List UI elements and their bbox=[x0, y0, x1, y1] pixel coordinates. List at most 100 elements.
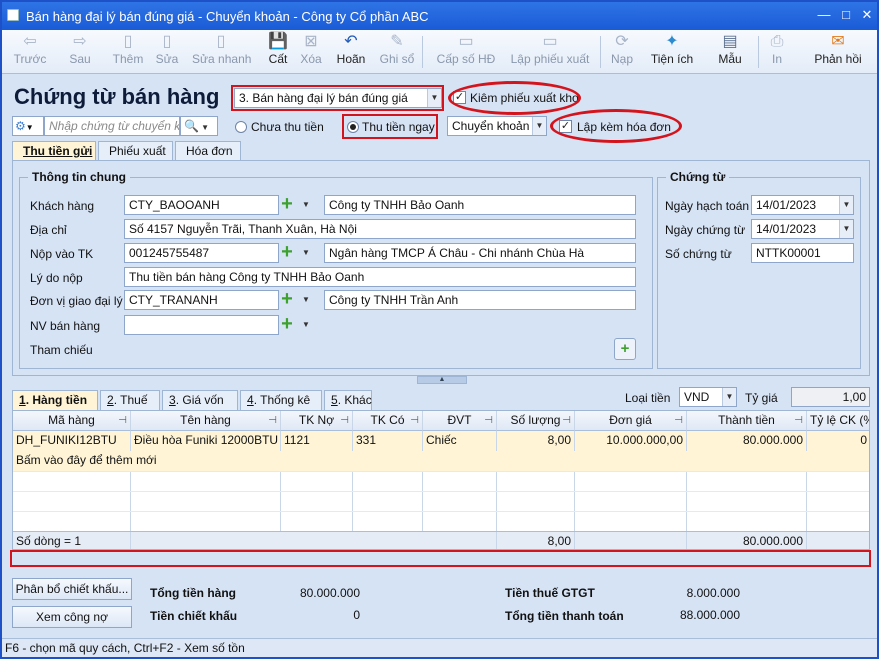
reason-input[interactable]: Thu tiền bán hàng Công ty TNHH Bảo Oanh bbox=[124, 267, 636, 287]
column-header[interactable]: Số lượng ⊣ bbox=[497, 411, 575, 431]
table-row[interactable]: DH_FUNIKI12BTU Điều hòa Funiki 12000BTU 11… bbox=[13, 431, 869, 451]
empty-cell bbox=[131, 492, 281, 512]
chevron-down-icon[interactable]: ▼ bbox=[299, 243, 313, 263]
pin-icon[interactable]: ⊣ bbox=[340, 411, 349, 430]
voucher-search-menu[interactable]: ⚙▼ bbox=[12, 116, 44, 136]
column-header[interactable]: TK Có ⊣ bbox=[353, 411, 423, 431]
toolbar-button-12[interactable]: ✦ Tiện ích bbox=[648, 32, 696, 72]
column-header[interactable]: Mã hàng ⊣ bbox=[13, 411, 131, 431]
toolbar-button-0[interactable]: ⇦ Trước bbox=[10, 32, 50, 72]
detail-tab-1[interactable]: 2. Thuế bbox=[100, 390, 160, 410]
toolbar-button-14[interactable]: ⎙ In bbox=[767, 32, 787, 72]
add-icon[interactable]: + bbox=[278, 242, 296, 262]
table-cell[interactable]: 10.000.000,00 bbox=[575, 431, 687, 451]
tab-2[interactable]: Hóa đơn bbox=[175, 141, 241, 161]
chevron-down-icon[interactable]: ▼ bbox=[722, 388, 736, 406]
column-header[interactable]: ĐVT ⊣ bbox=[423, 411, 497, 431]
add-row-hint[interactable]: Bấm vào đây để thêm mới bbox=[13, 451, 869, 471]
column-header[interactable]: Tên hàng ⊣ bbox=[131, 411, 281, 431]
title-bar: Bán hàng đại lý bán đúng giá - Chuyển kh… bbox=[2, 2, 877, 30]
column-header[interactable]: TK Nợ ⊣ bbox=[281, 411, 353, 431]
account-input[interactable]: 001245755487 bbox=[124, 243, 279, 263]
staff-input[interactable] bbox=[124, 315, 279, 335]
collapse-handle[interactable]: ▲ bbox=[417, 376, 467, 384]
pin-icon[interactable]: ⊣ bbox=[268, 411, 277, 430]
rate-input[interactable]: 1,00 bbox=[791, 387, 870, 407]
detail-tab-2[interactable]: 3. Giá vốn bbox=[162, 390, 238, 410]
toolbar-button-9[interactable]: ▭ Cấp số HĐ bbox=[434, 32, 498, 72]
table-cell[interactable]: 331 bbox=[353, 431, 423, 451]
detail-tab-0[interactable]: 1. Hàng tiền bbox=[12, 390, 98, 410]
radio-unpaid[interactable] bbox=[235, 121, 247, 133]
toolbar-button-15[interactable]: ✉ Phản hồi bbox=[812, 32, 864, 72]
column-header[interactable]: Thành tiền ⊣ bbox=[687, 411, 807, 431]
footer-cell: Số dòng = 1 bbox=[13, 532, 131, 549]
agent-code-input[interactable]: CTY_TRANANH bbox=[124, 290, 279, 310]
tab-1[interactable]: Phiếu xuất bbox=[98, 141, 173, 161]
toolbar-button-7[interactable]: ↶ Hoãn bbox=[335, 32, 367, 72]
table-cell[interactable]: Chiếc bbox=[423, 431, 497, 451]
customer-name-input[interactable]: Công ty TNHH Bảo Oanh bbox=[324, 195, 636, 215]
add-icon[interactable]: + bbox=[278, 289, 296, 309]
column-header-label: Mã hàng bbox=[48, 413, 95, 427]
toolbar-button-label: Nạp bbox=[610, 52, 633, 66]
pin-icon[interactable]: ⊣ bbox=[562, 411, 571, 430]
column-header[interactable]: Tỷ lệ CK (% bbox=[807, 411, 869, 431]
pin-icon[interactable]: ⊣ bbox=[410, 411, 419, 430]
toolbar-button-13[interactable]: ▤ Mẫu bbox=[713, 32, 747, 72]
posting-date-input[interactable]: 14/01/2023 ▼ bbox=[751, 195, 854, 215]
toolbar-button-3[interactable]: ▯ Sửa bbox=[153, 32, 181, 72]
table-cell[interactable]: 1121 bbox=[281, 431, 353, 451]
customer-code-input[interactable]: CTY_BAOOANH bbox=[124, 195, 279, 215]
chevron-down-icon[interactable]: ▼ bbox=[839, 220, 853, 238]
table-cell[interactable]: 80.000.000 bbox=[687, 431, 807, 451]
table-cell[interactable]: 0 bbox=[807, 431, 869, 451]
empty-cell bbox=[423, 512, 497, 532]
allocate-discount-button[interactable]: Phân bổ chiết khấu... bbox=[12, 578, 132, 600]
agent-name-input[interactable]: Công ty TNHH Trần Anh bbox=[324, 290, 636, 310]
toolbar-button-2[interactable]: ▯ Thêm bbox=[110, 32, 146, 72]
pin-icon[interactable]: ⊣ bbox=[794, 411, 803, 430]
add-icon[interactable]: + bbox=[278, 314, 296, 334]
detail-tab-3[interactable]: 4. Thống kê bbox=[240, 390, 322, 410]
table-cell[interactable]: Điều hòa Funiki 12000BTU bbox=[131, 431, 281, 451]
toolbar-button-5[interactable]: 💾 Cất bbox=[264, 32, 292, 72]
voucher-no-input[interactable]: NTTK00001 bbox=[751, 243, 854, 263]
toolbar-button-6[interactable]: ⊠ Xóa bbox=[298, 32, 324, 72]
pin-icon[interactable]: ⊣ bbox=[484, 411, 493, 430]
toolbar-button-8[interactable]: ✎ Ghi sổ bbox=[379, 32, 415, 72]
chevron-down-icon[interactable]: ▼ bbox=[839, 196, 853, 214]
tab-0[interactable]: Thu tiền gửi bbox=[12, 141, 96, 161]
chevron-down-icon[interactable]: ▼ bbox=[532, 117, 546, 135]
pin-icon[interactable]: ⊣ bbox=[118, 411, 127, 430]
minimize-icon[interactable]: — bbox=[816, 8, 832, 24]
payment-method-select[interactable]: Chuyển khoản ▼ bbox=[447, 116, 547, 136]
chevron-down-icon[interactable]: ▼ bbox=[299, 315, 313, 335]
toolbar-button-11[interactable]: ⟳ Nạp bbox=[608, 32, 636, 72]
empty-cell bbox=[13, 512, 131, 532]
view-debt-button[interactable]: Xem công nợ bbox=[12, 606, 132, 628]
address-label: Địa chỉ bbox=[30, 223, 67, 237]
voucher-date-input[interactable]: 14/01/2023 ▼ bbox=[751, 219, 854, 239]
bank-input[interactable]: Ngân hàng TMCP Á Châu - Chi nhánh Chùa H… bbox=[324, 243, 636, 263]
detail-tab-4[interactable]: 5. Khác bbox=[324, 390, 372, 410]
table-cell[interactable]: DH_FUNIKI12BTU bbox=[13, 431, 131, 451]
currency-select[interactable]: VND ▼ bbox=[679, 387, 737, 407]
payment-method-value: Chuyển khoản bbox=[452, 119, 530, 133]
table-cell[interactable]: 8,00 bbox=[497, 431, 575, 451]
pin-icon[interactable]: ⊣ bbox=[674, 411, 683, 430]
voucher-search-input[interactable]: Nhập chứng từ chuyển kho bbox=[44, 116, 180, 136]
add-icon[interactable]: + bbox=[278, 194, 296, 214]
address-input[interactable]: Số 4157 Nguyễn Trãi, Thanh Xuân, Hà Nội bbox=[124, 219, 636, 239]
search-button[interactable]: 🔍 ▼ bbox=[180, 116, 218, 136]
close-icon[interactable]: ✕ bbox=[859, 8, 875, 24]
maximize-icon[interactable]: □ bbox=[838, 8, 854, 24]
chevron-down-icon[interactable]: ▼ bbox=[299, 290, 313, 310]
toolbar-button-4[interactable]: ▯ Sửa nhanh bbox=[192, 32, 251, 72]
column-header[interactable]: Đơn giá ⊣ bbox=[575, 411, 687, 431]
chevron-down-icon[interactable]: ▼ bbox=[299, 195, 313, 215]
toolbar-button-1[interactable]: ⇨ Sau bbox=[62, 32, 98, 72]
quick-edit-icon: ▯ bbox=[216, 33, 226, 50]
toolbar-button-10[interactable]: ▭ Lập phiếu xuất bbox=[508, 32, 592, 72]
add-reference-icon[interactable]: + bbox=[614, 338, 636, 360]
